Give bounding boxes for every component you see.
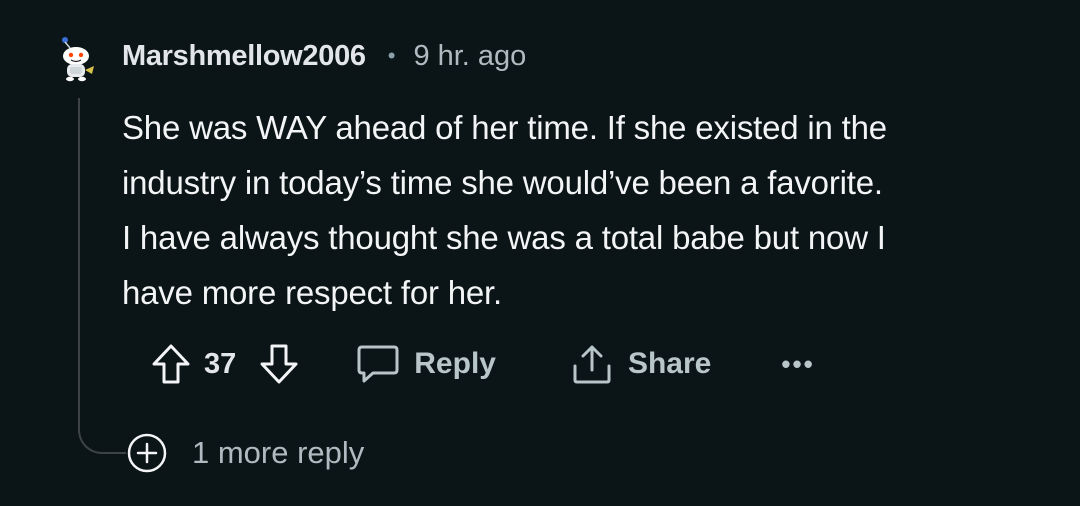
comment: Marshmellow2006 • 9 hr. ago She was WAY … <box>0 0 1080 506</box>
author-name[interactable]: Marshmellow2006 <box>122 40 366 73</box>
avatar[interactable] <box>52 34 102 84</box>
upvote-arrow-icon <box>152 344 190 384</box>
comment-body: She was WAY ahead of her time. If she ex… <box>122 109 887 311</box>
comment-actions: 37 Reply Share ••• <box>150 336 815 392</box>
thread-connector <box>78 418 126 454</box>
share-button[interactable]: Share <box>570 342 711 386</box>
share-label: Share <box>627 347 712 380</box>
more-options-button[interactable]: ••• <box>781 349 814 380</box>
reply-button[interactable]: Reply <box>356 342 496 386</box>
downvote-button[interactable] <box>258 343 300 385</box>
vote-score: 37 <box>204 347 237 380</box>
more-replies-link[interactable]: 1 more reply <box>126 428 364 478</box>
separator-dot: • <box>387 43 396 68</box>
more-replies-label: 1 more reply <box>192 435 365 470</box>
downvote-arrow-icon <box>260 344 298 384</box>
snoo-avatar-icon <box>62 37 94 82</box>
reply-label: Reply <box>414 347 496 380</box>
comment-header: Marshmellow2006 • 9 hr. ago <box>122 34 526 78</box>
share-upload-icon <box>573 345 611 384</box>
upvote-button[interactable] <box>150 343 192 385</box>
plus-circle-icon <box>127 433 167 473</box>
timestamp[interactable]: 9 hr. ago <box>413 40 526 73</box>
thread-line[interactable] <box>78 98 80 420</box>
speech-bubble-icon <box>357 345 399 383</box>
